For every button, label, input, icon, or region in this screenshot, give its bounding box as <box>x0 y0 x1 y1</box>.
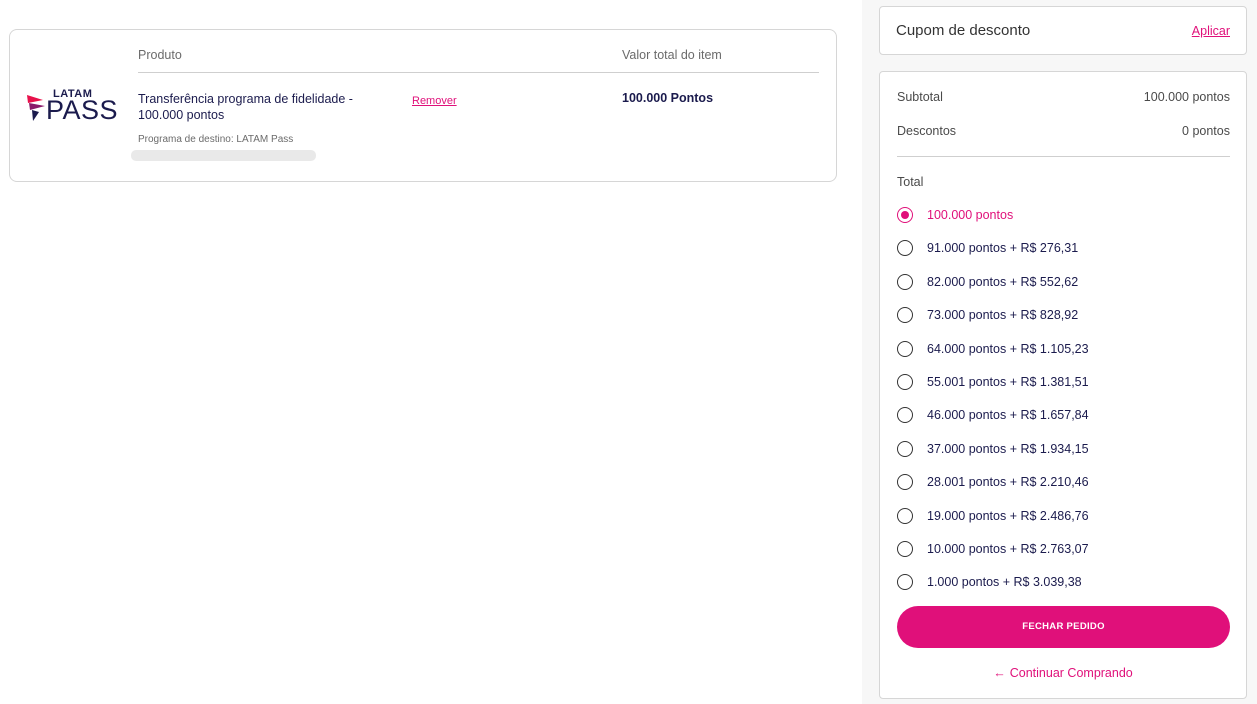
discount-label: Descontos <box>897 124 957 138</box>
arrow-left-icon: ← <box>993 666 1006 680</box>
payment-option[interactable]: 19.000 pontos + R$ 2.486,76 <box>897 505 1230 538</box>
radio-button[interactable] <box>897 507 913 524</box>
payment-option-label: 19.000 pontos + R$ 2.486,76 <box>927 508 1089 523</box>
payment-option[interactable]: 1.000 pontos + R$ 3.039,38 <box>897 571 1230 604</box>
radio-button[interactable] <box>897 407 913 424</box>
payment-option[interactable]: 28.001 pontos + R$ 2.210,46 <box>897 471 1230 504</box>
radio-button[interactable] <box>897 440 913 457</box>
discount-row: Descontos 0 pontos <box>897 124 1230 138</box>
discount-value: 0 pontos <box>1182 124 1230 138</box>
radio-button[interactable] <box>897 540 913 557</box>
payment-option[interactable]: 55.001 pontos + R$ 1.381,51 <box>897 371 1230 404</box>
payment-options: 100.000 pontos 91.000 pontos + R$ 276,31 8… <box>897 204 1230 605</box>
payment-option[interactable]: 73.000 pontos + R$ 828,92 <box>897 304 1230 337</box>
payment-option[interactable]: 37.000 pontos + R$ 1.934,15 <box>897 438 1230 471</box>
payment-option-label: 1.000 pontos + R$ 3.039,38 <box>927 575 1082 590</box>
radio-button[interactable] <box>897 574 913 591</box>
latam-logo-icon <box>27 95 45 121</box>
continue-shopping-link[interactable]: ← Continuar Comprando <box>880 666 1246 680</box>
payment-option-label: 73.000 pontos + R$ 828,92 <box>927 308 1079 323</box>
radio-button[interactable] <box>897 340 913 357</box>
latam-pass-logo: LATAM PASS <box>26 88 124 125</box>
subtotal-value: 100.000 pontos <box>1143 90 1230 104</box>
payment-option-label: 10.000 pontos + R$ 2.763,07 <box>927 541 1089 556</box>
payment-option[interactable]: 100.000 pontos <box>897 204 1230 237</box>
payment-option-label: 82.000 pontos + R$ 552,62 <box>927 274 1079 289</box>
redacted-info <box>131 150 316 161</box>
radio-button[interactable] <box>897 307 913 324</box>
payment-option-label: 64.000 pontos + R$ 1.105,23 <box>927 341 1089 356</box>
subtotal-label: Subtotal <box>897 90 943 104</box>
payment-option[interactable]: 82.000 pontos + R$ 552,62 <box>897 271 1230 304</box>
payment-option[interactable]: 64.000 pontos + R$ 1.105,23 <box>897 338 1230 371</box>
logo-text-pass: PASS <box>46 95 119 125</box>
radio-button[interactable] <box>897 207 913 223</box>
payment-option-label: 28.001 pontos + R$ 2.210,46 <box>927 475 1089 490</box>
payment-option[interactable]: 91.000 pontos + R$ 276,31 <box>897 237 1230 270</box>
cart-card: Produto Valor total do item LATAM PASS T… <box>9 29 837 182</box>
subtotal-row: Subtotal 100.000 pontos <box>897 90 1230 104</box>
summary-divider <box>897 156 1230 157</box>
item-total-value: 100.000 Pontos <box>622 91 714 105</box>
checkout-button[interactable]: FECHAR PEDIDO <box>897 606 1230 648</box>
radio-button[interactable] <box>897 474 913 491</box>
payment-option-label: 37.000 pontos + R$ 1.934,15 <box>927 441 1089 456</box>
header-divider <box>138 72 819 73</box>
payment-option-label: 46.000 pontos + R$ 1.657,84 <box>927 408 1089 423</box>
payment-option[interactable]: 10.000 pontos + R$ 2.763,07 <box>897 538 1230 571</box>
remove-link[interactable]: Remover <box>412 95 457 107</box>
payment-option-label: 91.000 pontos + R$ 276,31 <box>927 241 1079 256</box>
coupon-box: Cupom de desconto Aplicar <box>879 6 1247 55</box>
apply-coupon-link[interactable]: Aplicar <box>1192 24 1230 38</box>
payment-option[interactable]: 46.000 pontos + R$ 1.657,84 <box>897 404 1230 437</box>
product-name: Transferência programa de fidelidade - 1… <box>138 92 353 122</box>
payment-option-label: 100.000 pontos <box>927 208 1014 222</box>
payment-option-label: 55.001 pontos + R$ 1.381,51 <box>927 374 1089 389</box>
column-header-item-total: Valor total do item <box>622 48 722 62</box>
total-label: Total <box>897 175 924 189</box>
order-summary: Subtotal 100.000 pontos Descontos 0 pont… <box>879 71 1247 699</box>
radio-button[interactable] <box>897 240 913 257</box>
radio-button[interactable] <box>897 273 913 290</box>
continue-shopping-label: Continuar Comprando <box>1009 666 1133 680</box>
column-header-product: Produto <box>138 48 182 62</box>
coupon-label: Cupom de desconto <box>896 22 1031 39</box>
radio-button[interactable] <box>897 373 913 390</box>
destination-program: Programa de destino: LATAM Pass <box>138 134 294 145</box>
